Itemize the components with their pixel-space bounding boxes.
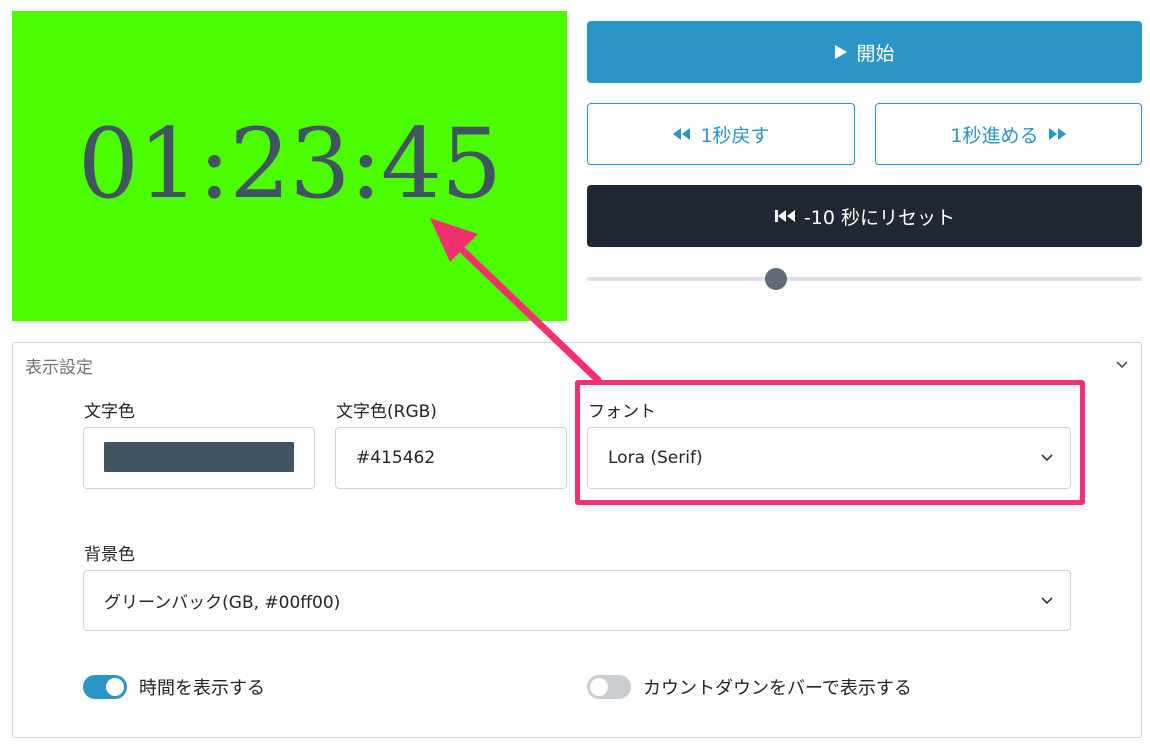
slider-thumb[interactable] bbox=[764, 268, 787, 290]
chevron-down-icon bbox=[1040, 448, 1054, 468]
text-color-rgb-label: 文字色(RGB) bbox=[336, 402, 437, 422]
play-icon bbox=[834, 44, 848, 60]
reset-button[interactable]: -10 秒にリセット bbox=[587, 185, 1142, 247]
slider-track bbox=[587, 277, 1142, 281]
panel-title: 表示設定 bbox=[25, 358, 93, 378]
show-time-switch[interactable] bbox=[83, 675, 127, 699]
rewind-icon bbox=[672, 127, 692, 141]
background-color-label: 背景色 bbox=[84, 545, 135, 565]
timer-preview: 01:23:45 bbox=[12, 11, 567, 321]
back-one-second-button[interactable]: 1秒戻す bbox=[587, 103, 855, 165]
show-bar-toggle-row[interactable]: カウントダウンをバーで表示する bbox=[587, 674, 912, 700]
text-color-rgb-value: #415462 bbox=[356, 448, 436, 468]
show-bar-switch[interactable] bbox=[587, 675, 631, 699]
chevron-down-icon[interactable] bbox=[1115, 355, 1129, 374]
background-color-select[interactable]: グリーンバック(GB, #00ff00) bbox=[83, 570, 1071, 631]
forward-button-label: 1秒進める bbox=[950, 124, 1039, 147]
start-button[interactable]: 開始 bbox=[587, 21, 1142, 83]
text-color-rgb-input[interactable]: #415462 bbox=[335, 427, 567, 489]
font-select-value: Lora (Serif) bbox=[608, 448, 703, 468]
chevron-down-icon bbox=[1040, 591, 1054, 611]
font-select[interactable]: Lora (Serif) bbox=[587, 427, 1071, 489]
font-label: フォント bbox=[588, 402, 656, 422]
skip-back-icon bbox=[774, 209, 796, 223]
text-color-label: 文字色 bbox=[84, 402, 135, 422]
back-button-label: 1秒戻す bbox=[700, 124, 770, 147]
color-swatch bbox=[104, 442, 294, 472]
fast-forward-icon bbox=[1047, 127, 1067, 141]
show-bar-label: カウントダウンをバーで表示する bbox=[643, 678, 912, 699]
switch-knob bbox=[590, 678, 608, 696]
timer-display: 01:23:45 bbox=[77, 108, 502, 220]
start-button-label: 開始 bbox=[856, 42, 895, 65]
forward-one-second-button[interactable]: 1秒進める bbox=[875, 103, 1142, 165]
switch-knob bbox=[106, 678, 124, 696]
show-time-label: 時間を表示する bbox=[139, 678, 265, 699]
reset-button-label: -10 秒にリセット bbox=[803, 206, 956, 229]
text-color-picker[interactable] bbox=[83, 427, 315, 489]
time-slider[interactable] bbox=[587, 268, 1142, 290]
show-time-toggle-row[interactable]: 時間を表示する bbox=[83, 674, 265, 700]
background-color-value: グリーンバック(GB, #00ff00) bbox=[104, 593, 341, 613]
